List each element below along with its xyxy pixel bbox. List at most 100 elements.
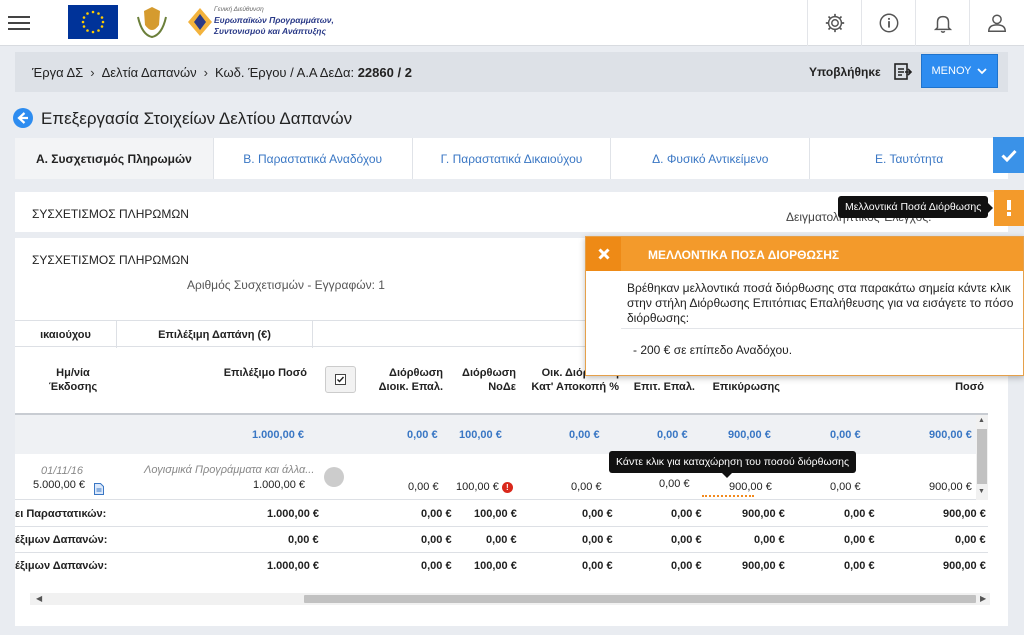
col-node-correction[interactable]: Διόρθωση ΝοΔε	[455, 366, 516, 394]
gdp-logo	[184, 4, 214, 40]
totals-c7: 900,00 €	[943, 508, 986, 520]
close-icon[interactable]	[586, 237, 621, 271]
chevron-down-icon	[977, 67, 988, 74]
col-onsite-verification[interactable]: Επιτ. Επαλ.	[631, 380, 695, 394]
totals-label: ει Παραστατικών:	[15, 508, 107, 520]
summary-confirmation: 900,00 €	[728, 429, 771, 441]
col-issue-date[interactable]: Ημ/νία Έκδοσης	[43, 366, 103, 394]
totals-row-documents: ει Παραστατικών: 1.000,00 € 0,00 € 100,0…	[15, 501, 988, 527]
row-issue-date: 01/11/16	[41, 465, 84, 477]
totals-c2: 100,00 €	[474, 560, 517, 572]
col-admin-correction[interactable]: Διόρθωση Διοικ. Επαλ.	[365, 366, 443, 394]
row-onsite-correction[interactable]: 0,00 €	[659, 478, 690, 490]
checkmark-icon	[1000, 149, 1017, 162]
panel-title: ΣΥΣΧΕΤΙΣΜΟΣ ΠΛΗΡΩΜΩΝ	[32, 253, 189, 267]
row-document-amount: 5.000,00 €	[33, 479, 85, 491]
tab-physical-object[interactable]: Δ. Φυσικό Αντικείμενο	[611, 138, 811, 179]
alert-title: ΜΕΛΛΟΝΤΙΚΑ ΠΟΣΑ ΔΙΟΡΘΩΣΗΣ	[648, 248, 840, 262]
menu-button-label: ΜΕΝΟΥ	[931, 65, 972, 77]
record-count: Αριθμός Συσχετισμών - Εγγραφών: 1	[187, 278, 385, 292]
row-node-correction: 100,00 €!	[456, 481, 513, 493]
group-eligible-expense: Επιλέξιμη Δαπάνη (€)	[117, 321, 313, 348]
totals-c1: 0,00 €	[421, 560, 452, 572]
breadcrumb-project-code: Κωδ. Έργου / Α.Α ΔεΔα:	[214, 65, 355, 80]
tab-contractor-documents[interactable]: Β. Παραστατικά Αναδόχου	[213, 138, 413, 179]
breadcrumb-separator: ›	[90, 65, 95, 80]
tab-bar: Α. Συσχετισμός Πληρωμών Β. Παραστατικά Α…	[15, 138, 1008, 179]
row-confirmation: 900,00 €	[729, 481, 772, 493]
row-node-correction-value: 100,00 €	[456, 481, 499, 493]
vertical-scroll-thumb[interactable]	[977, 429, 987, 484]
tab-payment-correlation[interactable]: Α. Συσχετισμός Πληρωμών	[15, 138, 214, 179]
alert-divider	[621, 328, 1023, 329]
scroll-left-arrow[interactable]: ◀	[36, 594, 42, 603]
totals-eligible: 1.000,00 €	[267, 508, 319, 520]
breadcrumb-expense-reports[interactable]: Δελτία Δαπανών	[102, 65, 197, 80]
alert-header: ΜΕΛΛΟΝΤΙΚΑ ΠΟΣΑ ΔΙΟΡΘΩΣΗΣ	[586, 237, 1023, 271]
tab-identity[interactable]: Ε. Ταυτότητα	[810, 138, 1008, 179]
error-icon[interactable]: !	[501, 481, 513, 493]
scroll-up-arrow[interactable]: ▲	[978, 417, 985, 424]
col-issue-date-line2: Έκδοσης	[48, 381, 98, 393]
summary-flat-correction: 0,00 €	[569, 429, 600, 441]
row-admin-correction: 0,00 €	[408, 481, 439, 493]
horizontal-scroll-thumb[interactable]	[304, 595, 976, 603]
scroll-down-arrow[interactable]: ▼	[978, 488, 985, 495]
totals-c6: 0,00 €	[844, 508, 875, 520]
totals-c1: 0,00 €	[421, 508, 452, 520]
menu-icon[interactable]	[8, 12, 30, 32]
col-issue-date-line1: Ημ/νία	[56, 367, 90, 379]
col-eligible-amount[interactable]: Επιλέξιμο Ποσό	[205, 366, 307, 380]
totals-c5: 0,00 €	[754, 534, 785, 546]
eu-flag	[68, 5, 118, 39]
col-node-correction-line1: Διόρθωση	[462, 367, 516, 379]
document-icon[interactable]	[94, 483, 104, 495]
col-confirmation[interactable]: Επικύρωσης	[705, 380, 780, 394]
totals-c5: 900,00 €	[742, 508, 785, 520]
row-eligible: 1.000,00 €	[253, 479, 305, 491]
summary-onsite: 0,00 €	[657, 429, 688, 441]
editable-marker[interactable]	[702, 495, 754, 497]
panel-title: ΣΥΣΧΕΤΙΣΜΟΣ ΠΛΗΡΩΜΩΝ	[32, 207, 189, 221]
row-select-radio[interactable]	[324, 467, 344, 487]
totals-label: έξιμων Δαπανών:	[15, 560, 108, 572]
page-title: Επεξεργασία Στοιχείων Δελτίου Δαπανών	[41, 109, 353, 128]
save-check-button[interactable]	[993, 137, 1024, 173]
summary-amount: 900,00 €	[929, 429, 972, 441]
exclamation-icon	[1007, 200, 1011, 216]
totals-c2: 100,00 €	[474, 508, 517, 520]
col-flat-correction-line2: Κατ' Αποκοπή %	[531, 381, 619, 393]
menu-button[interactable]: ΜΕΝΟΥ	[921, 54, 998, 88]
breadcrumb: Έργα ΔΣ › Δελτία Δαπανών › Κωδ. Έργου / Α.Α …	[32, 65, 412, 80]
totals-c6: 0,00 €	[844, 560, 875, 572]
future-corrections-alert: ΜΕΛΛΟΝΤΙΚΑ ΠΟΣΑ ΔΙΟΡΘΩΣΗΣ Βρέθηκαν μελλο…	[585, 236, 1024, 376]
alert-item: - 200 € σε επίπεδο Αναδόχου.	[633, 343, 793, 357]
summary-row: 1.000,00 € 0,00 € 100,00 € 0,00 € 0,00 €…	[15, 415, 988, 454]
tab-beneficiary-documents[interactable]: Γ. Παραστατικά Δικαιούχου	[412, 138, 612, 179]
totals-c7: 900,00 €	[943, 560, 986, 572]
click-to-enter-tooltip: Κάντε κλικ για καταχώρηση του ποσού διόρ…	[609, 451, 857, 478]
gdp-small-text: Γενική Διεύθυνση	[214, 6, 264, 13]
totals-c3: 0,00 €	[582, 560, 613, 572]
summary-col7: 0,00 €	[830, 429, 861, 441]
breadcrumb-projects[interactable]: Έργα ΔΣ	[32, 65, 83, 80]
col-admin-correction-line1: Διόρθωση	[389, 367, 443, 379]
vertical-scrollbar[interactable]: ▲ ▼	[976, 415, 988, 500]
bell-icon[interactable]	[915, 0, 969, 46]
breadcrumb-bar: Έργα ΔΣ › Δελτία Δαπανών › Κωδ. Έργου / Α.Α …	[15, 52, 1008, 92]
info-icon[interactable]	[861, 0, 915, 46]
future-corrections-button[interactable]	[994, 190, 1024, 226]
gear-icon[interactable]	[807, 0, 861, 46]
col-amount[interactable]: Ποσό	[935, 380, 984, 394]
totals-row-ineligible: έξιμων Δαπανών: 0,00 € 0,00 € 0,00 € 0,0…	[15, 527, 988, 553]
totals-c3: 0,00 €	[582, 508, 613, 520]
select-all-checkbox[interactable]	[325, 366, 356, 393]
totals-c6: 0,00 €	[844, 534, 875, 546]
user-icon[interactable]	[969, 0, 1023, 46]
gdp-title: Γενική Διεύθυνση Ευρωπαϊκών Προγραμμάτων…	[214, 4, 344, 37]
totals-c5: 900,00 €	[742, 560, 785, 572]
back-arrow-icon[interactable]	[13, 108, 33, 128]
totals-c1: 0,00 €	[421, 534, 452, 546]
horizontal-scrollbar[interactable]: ◀ ▶	[30, 593, 990, 605]
scroll-right-arrow[interactable]: ▶	[980, 594, 986, 603]
